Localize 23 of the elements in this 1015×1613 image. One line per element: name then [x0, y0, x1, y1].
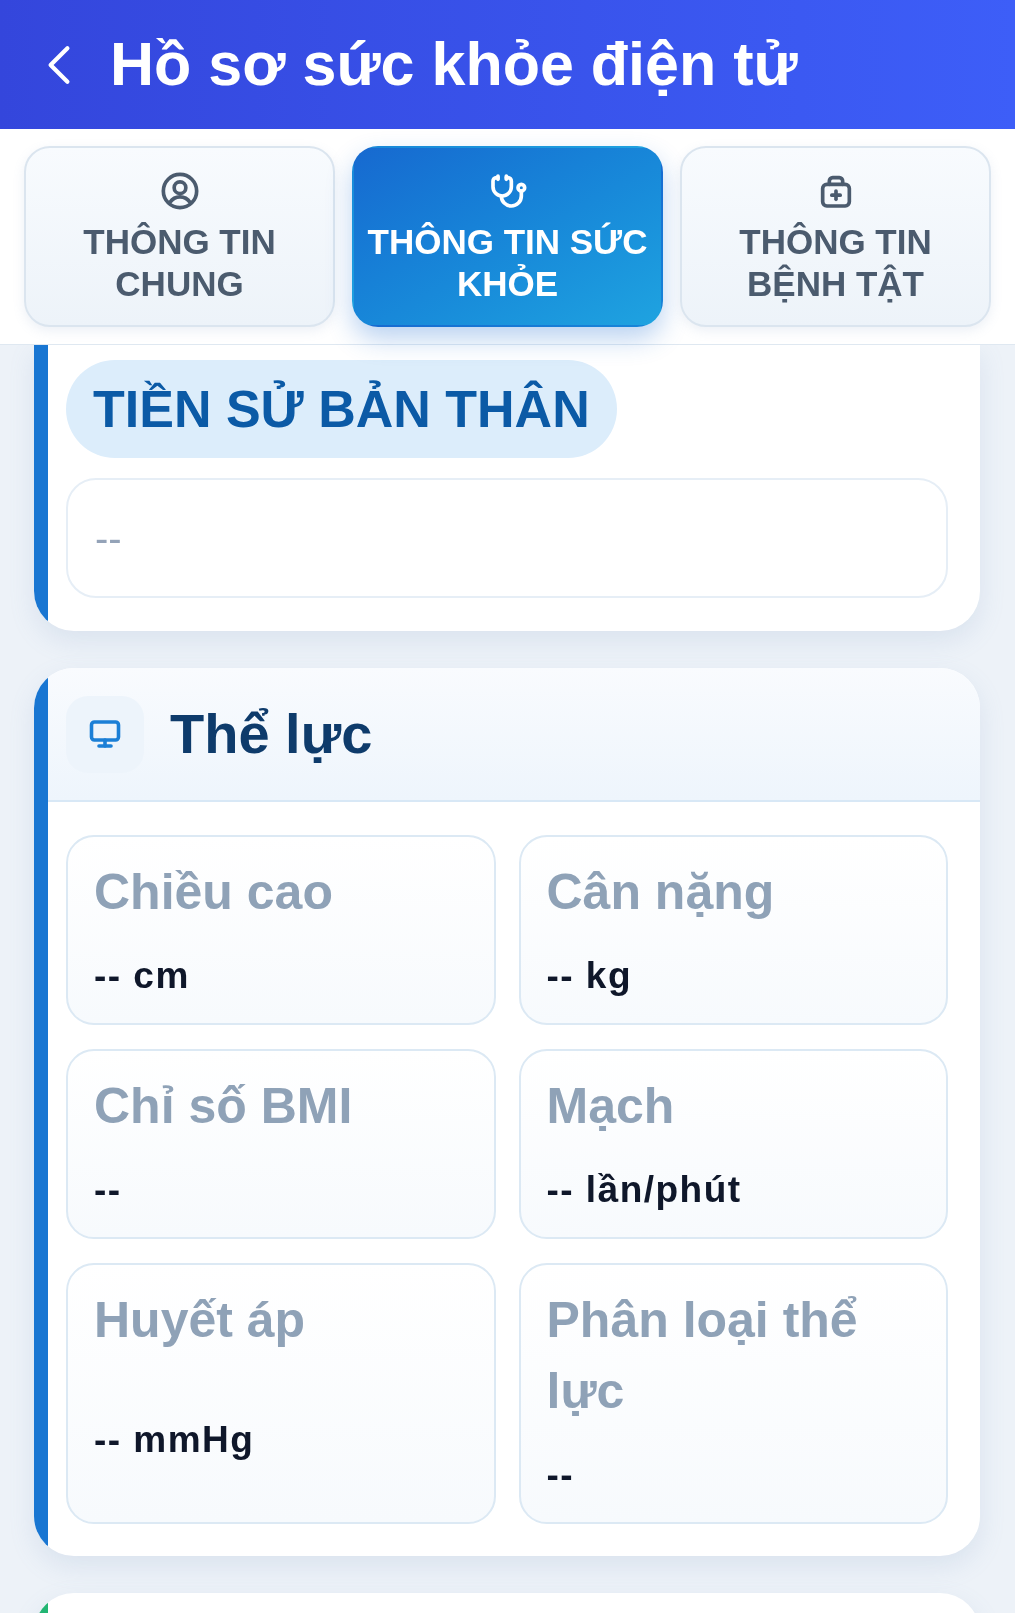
field-value: -- kg	[546, 956, 632, 996]
section-title: Thể lực	[170, 706, 373, 762]
field-label: Chiều cao	[94, 863, 334, 922]
tab[interactable]: THÔNG TIN CHUNG	[24, 146, 335, 327]
field-label: Mạch	[546, 1077, 676, 1136]
field-value: --	[546, 1455, 575, 1495]
chevron-left-icon	[46, 43, 72, 86]
monitor-icon	[66, 695, 144, 773]
value-panel: --	[66, 478, 948, 598]
tab[interactable]: THÔNG TIN SỨC KHỎE	[352, 146, 663, 327]
field-value: -- lần/phút	[546, 1170, 742, 1210]
field-label: Huyết áp	[94, 1291, 307, 1350]
field-label: Cân nặng	[546, 863, 776, 922]
field-label: Phân loại thể lực	[546, 1291, 859, 1421]
back-button[interactable]	[46, 43, 72, 86]
section-title: TIỀN SỬ BẢN THÂN	[66, 360, 617, 458]
field-value: --	[94, 1170, 122, 1210]
field-value: -- cm	[94, 956, 190, 996]
tab[interactable]: THÔNG TIN BỆNH TẬT	[680, 146, 991, 327]
page-title: Hồ sơ sức khỏe điện tử	[110, 34, 798, 95]
field-value: -- mmHg	[94, 1419, 255, 1460]
field-label: Chỉ số BMI	[94, 1077, 354, 1136]
user-circle-icon	[159, 171, 200, 211]
